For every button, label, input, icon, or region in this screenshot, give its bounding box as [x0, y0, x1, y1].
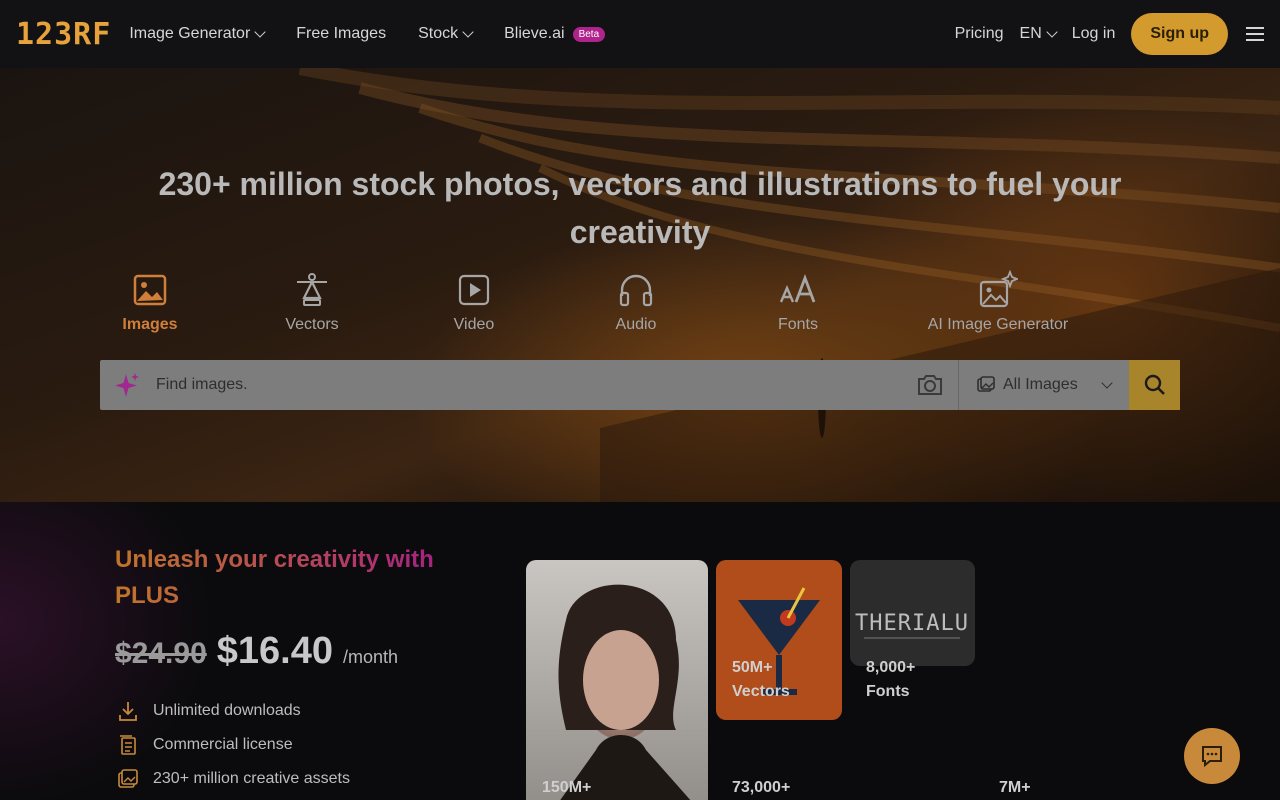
asset-type-value: All Images: [1003, 376, 1078, 393]
language-label: EN: [1019, 25, 1042, 42]
plus-promo-section: Unleash your creativity with PLUS $24.90…: [0, 502, 1280, 800]
tab-audio[interactable]: Audio: [586, 270, 686, 334]
ai-sparkle-icon: [100, 371, 156, 399]
chevron-down-icon: [254, 26, 266, 38]
play-icon: [458, 274, 490, 306]
tab-ai-image-generator-label: AI Image Generator: [927, 316, 1069, 333]
logo[interactable]: 123RF: [16, 17, 111, 52]
gallery-icon: [115, 766, 141, 792]
ai-image-icon: [979, 270, 1018, 308]
old-price: $24.90: [115, 637, 207, 670]
search-input[interactable]: [156, 376, 902, 394]
price-row: $24.90 $16.40 /month: [115, 630, 398, 673]
tab-vectors-label: Vectors: [285, 316, 339, 333]
new-price: $16.40: [216, 630, 333, 672]
license-icon: [115, 732, 141, 758]
font-size-icon: [779, 274, 816, 303]
stat-fonts: 8,000+ Fonts: [866, 656, 915, 704]
tab-ai-image-generator[interactable]: AI Image Generator: [918, 270, 1078, 334]
search-icon: [1144, 374, 1165, 395]
hero-section: 230+ million stock photos, vectors and i…: [0, 68, 1280, 502]
stat-count: 150M+: [542, 779, 592, 796]
nav-blieve-label: Blieve.ai: [504, 25, 565, 42]
nav-stock[interactable]: Stock: [418, 25, 474, 43]
signup-button[interactable]: Sign up: [1131, 13, 1228, 55]
stat-count: 8,000+: [866, 659, 916, 676]
font-card[interactable]: THERIALU: [850, 560, 975, 666]
stat-count: 50M+: [732, 659, 773, 676]
tab-fonts[interactable]: Fonts: [748, 270, 848, 334]
chevron-down-icon: [1046, 26, 1058, 38]
stat-photos: 150M+: [542, 776, 591, 800]
tab-images-label: Images: [122, 316, 178, 333]
menu-icon[interactable]: [1246, 27, 1264, 41]
feature-label: 230+ million creative assets: [153, 770, 350, 787]
list-item: Unlimited downloads: [115, 694, 350, 728]
stat-videos: 73,000+: [732, 776, 790, 800]
search-bar: All Images: [100, 360, 1180, 410]
feature-list: Unlimited downloads Commercial license 2…: [115, 694, 350, 796]
chat-icon: [1202, 746, 1222, 768]
asset-type-select[interactable]: All Images: [959, 360, 1129, 410]
tab-vectors[interactable]: Vectors: [262, 270, 362, 334]
nav-image-generator-label: Image Generator: [129, 25, 251, 42]
stat-count: 7M+: [999, 779, 1031, 796]
nav-right: Pricing EN Log in Sign up: [955, 13, 1264, 55]
chat-button[interactable]: [1184, 728, 1240, 784]
language-selector[interactable]: EN: [1019, 25, 1058, 43]
headphones-icon: [619, 274, 653, 307]
tab-fonts-label: Fonts: [777, 316, 818, 333]
search-button[interactable]: [1129, 360, 1180, 410]
promo-title: Unleash your creativity with PLUS: [115, 542, 455, 614]
beta-badge: Beta: [572, 26, 606, 42]
svg-text:THERIALU: THERIALU: [855, 611, 969, 636]
tab-audio-label: Audio: [615, 316, 657, 333]
list-item: 230+ million creative assets: [115, 762, 350, 796]
hero-title: 230+ million stock photos, vectors and i…: [158, 166, 1122, 250]
portrait-image: [558, 584, 691, 800]
nav-image-generator[interactable]: Image Generator: [129, 25, 266, 43]
price-period: /month: [343, 647, 399, 667]
tab-images[interactable]: Images: [100, 270, 200, 334]
nav-pricing[interactable]: Pricing: [955, 25, 1004, 43]
chevron-down-icon: [462, 26, 474, 38]
stat-label: Vectors: [732, 683, 790, 700]
tab-video-label: Video: [453, 316, 495, 333]
stat-label: Fonts: [866, 683, 910, 700]
nav-blieve[interactable]: Blieve.ai Beta: [504, 25, 606, 43]
nav-free-images-label: Free Images: [296, 25, 387, 42]
font-sample-image: THERIALU: [855, 611, 969, 639]
stat-vectors: 50M+ Vectors: [732, 656, 790, 704]
chevron-down-icon: [1101, 377, 1113, 389]
image-icon: [977, 376, 995, 392]
download-icon: [115, 698, 141, 724]
stat-count: 73,000+: [732, 779, 791, 796]
nav-free-images[interactable]: Free Images: [296, 25, 386, 43]
feature-label: Commercial license: [153, 736, 293, 753]
photo-card[interactable]: [526, 560, 708, 800]
image-icon: [133, 274, 167, 306]
nav-stock-label: Stock: [418, 25, 459, 42]
camera-icon[interactable]: [902, 360, 958, 410]
tab-video[interactable]: Video: [424, 270, 524, 334]
login-link[interactable]: Log in: [1072, 25, 1116, 43]
list-item: Commercial license: [115, 728, 350, 762]
stat-audio: 7M+: [999, 776, 1031, 800]
feature-label: Unlimited downloads: [153, 702, 301, 719]
media-type-tabs: Images Vectors Video Audio Fonts AI Imag…: [100, 270, 1180, 350]
pen-tool-icon: [297, 273, 327, 306]
top-navbar: 123RF Image Generator Free Images Stock …: [0, 0, 1280, 68]
